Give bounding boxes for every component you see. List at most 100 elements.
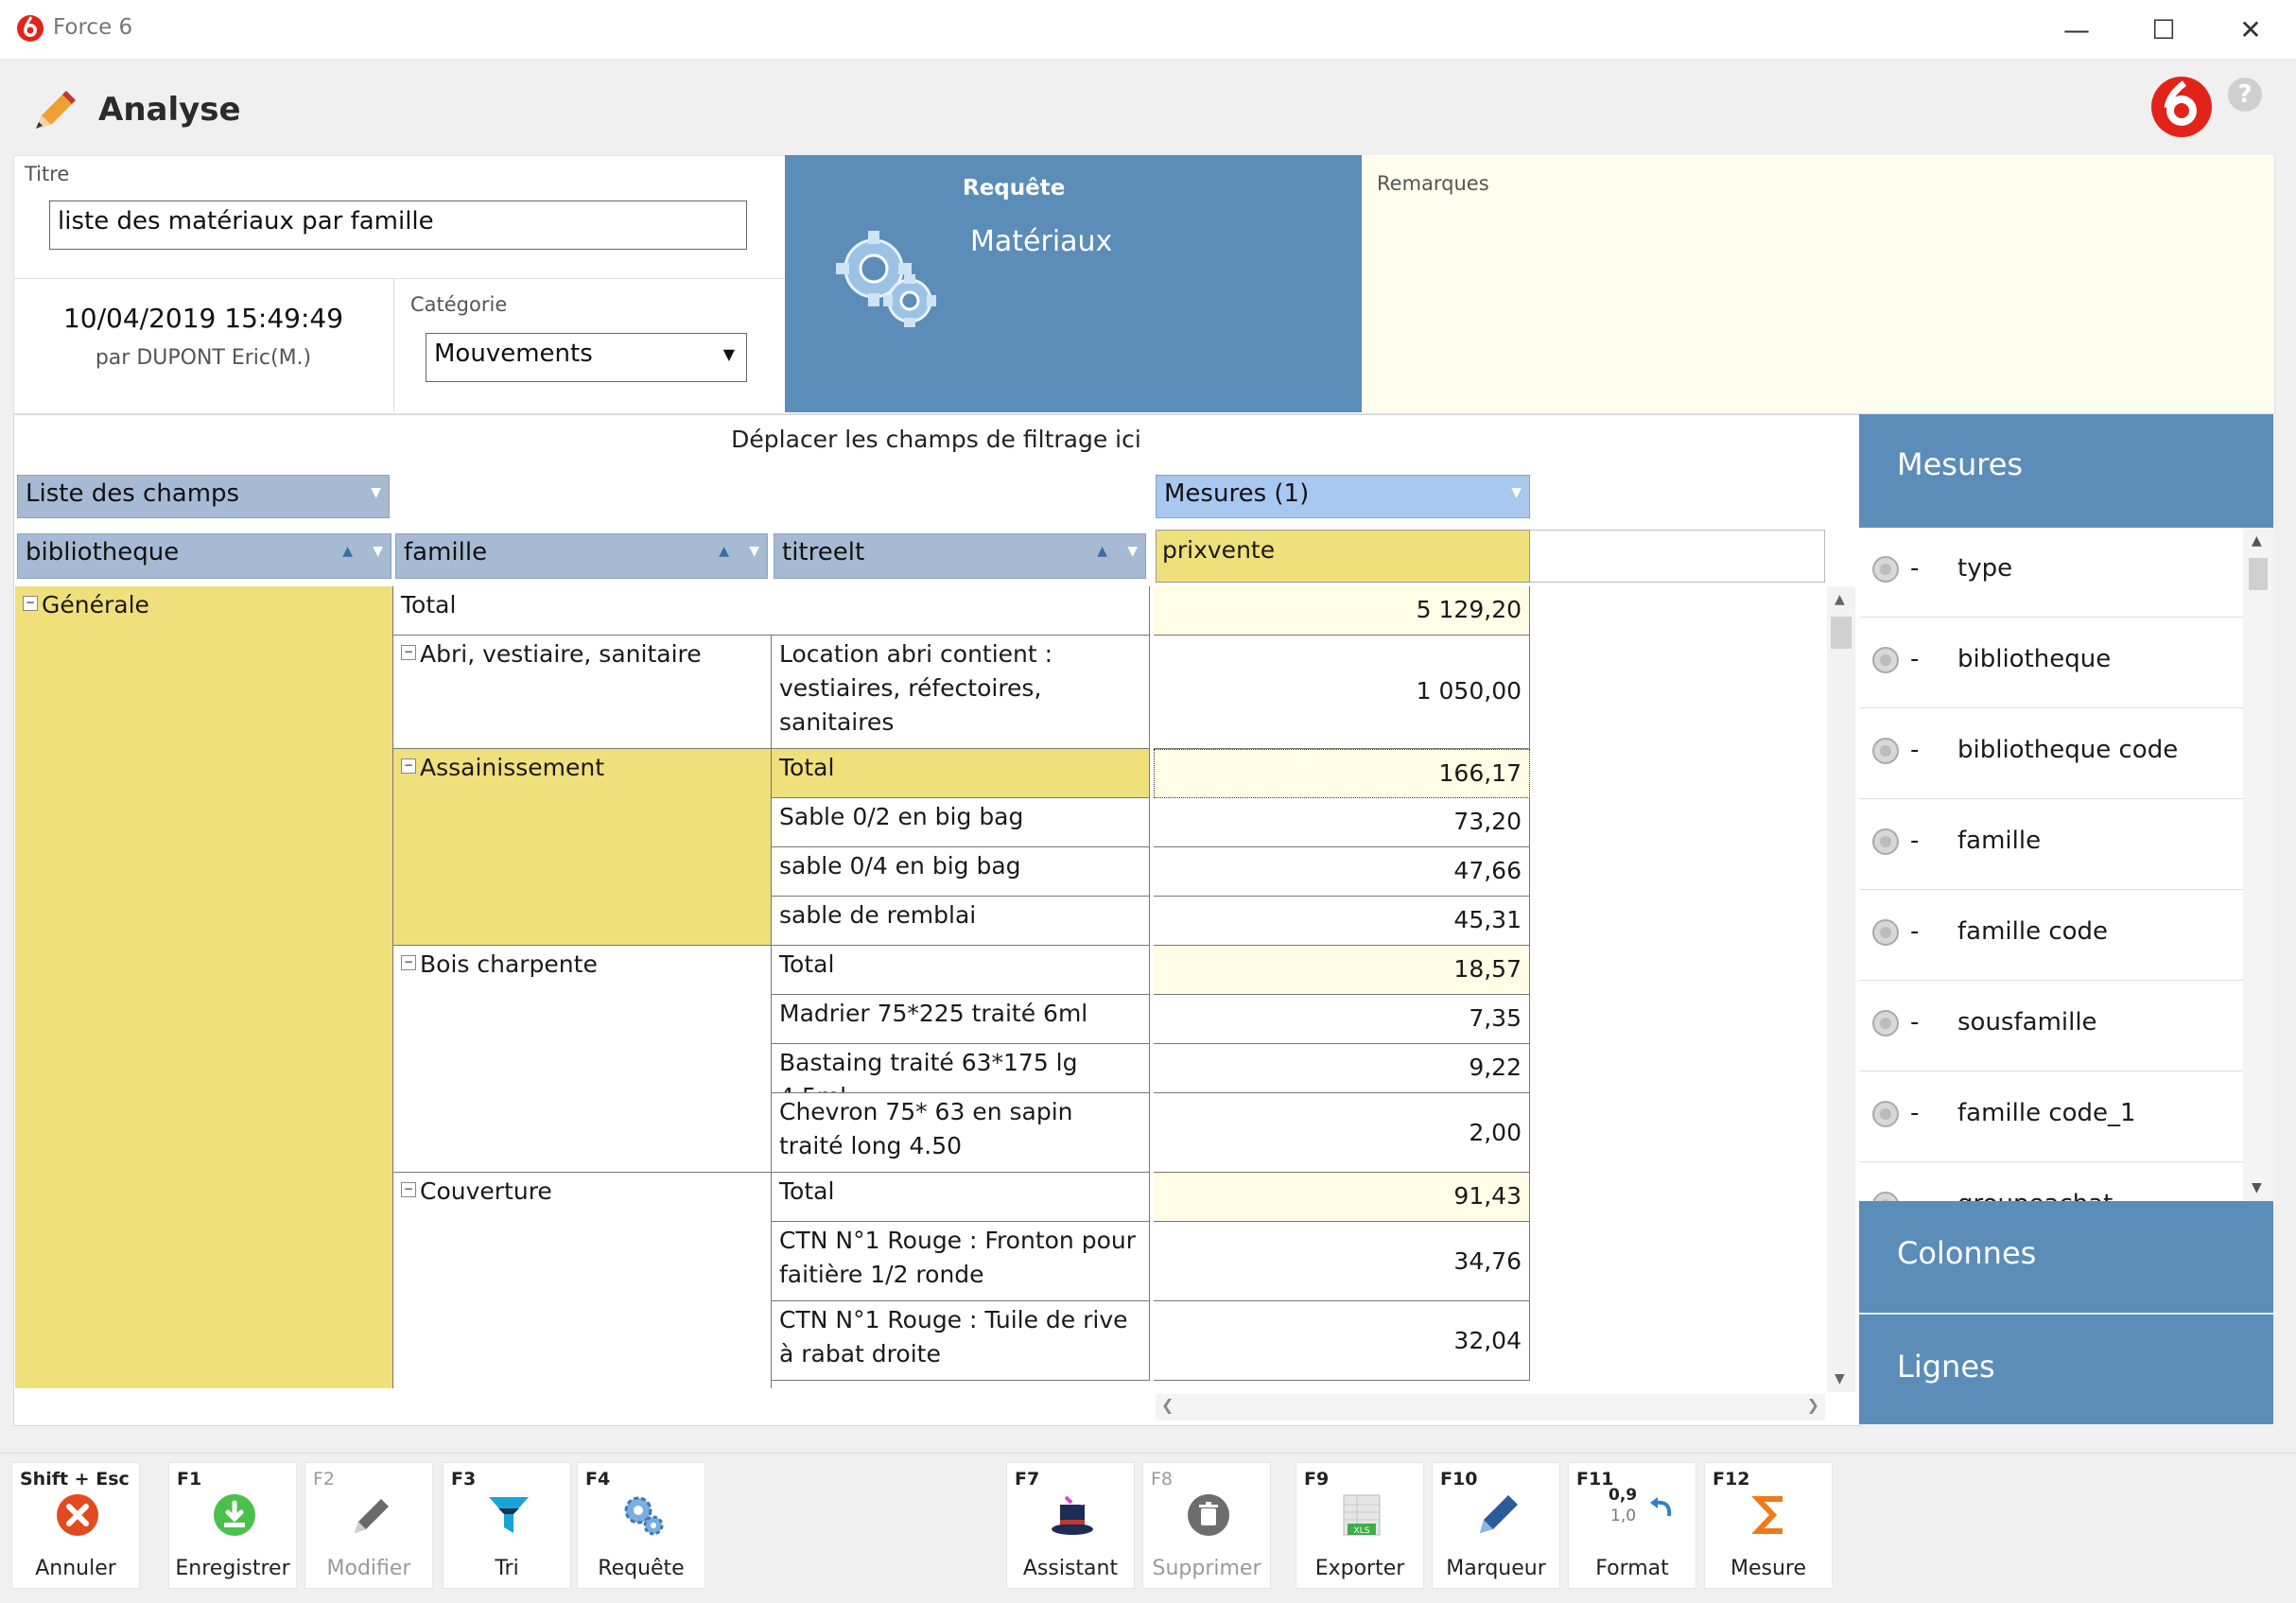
collapse-icon[interactable]: − (401, 645, 416, 660)
tri-button[interactable]: F3 Tri (443, 1462, 571, 1589)
colonnes-section[interactable]: Colonnes (1859, 1201, 2273, 1315)
field-dash: - (1910, 917, 1920, 946)
magic-hat-icon (1052, 1495, 1093, 1535)
field-label: groupeachat (1957, 1190, 2113, 1201)
collapse-icon[interactable]: − (401, 758, 416, 774)
field-item[interactable]: - groupeachat (1859, 1163, 2243, 1201)
created-datetime: 10/04/2019 15:49:49 (62, 303, 344, 334)
field-item[interactable]: - bibliotheque code (1859, 709, 2243, 799)
radio-icon[interactable] (1872, 828, 1899, 855)
field-item[interactable]: - famille code (1859, 891, 2243, 981)
scroll-left-icon[interactable]: ❮ (1161, 1396, 1174, 1414)
lignes-section[interactable]: Lignes (1859, 1315, 2273, 1424)
minimize-button[interactable]: — (2033, 0, 2120, 59)
row-header-famille[interactable]: − Abri, vestiaire, sanitaire (393, 636, 772, 749)
grand-total-value: 5 129,20 (1154, 586, 1530, 636)
row-header-bibliotheque[interactable]: − Générale (15, 586, 393, 1388)
exporter-button[interactable]: F9 XLS Exporter (1296, 1462, 1424, 1589)
subtotal-label: Total (772, 749, 1150, 798)
filter-drop-zone[interactable]: Déplacer les champs de filtrage ici (13, 426, 1859, 453)
collapse-icon[interactable]: − (23, 596, 38, 611)
subtotal-value[interactable]: 166,17 (1154, 749, 1530, 798)
titre-input[interactable]: liste des matériaux par famille (49, 200, 747, 250)
scroll-thumb[interactable] (1831, 617, 1852, 649)
requete-panel[interactable]: Requête Matériaux (785, 155, 1362, 412)
subtotal-value: 18,57 (1154, 946, 1530, 995)
close-button[interactable]: ✕ (2207, 0, 2294, 59)
radio-icon[interactable] (1872, 1101, 1899, 1127)
scroll-right-icon[interactable]: ❯ (1807, 1396, 1819, 1414)
radio-icon[interactable] (1872, 1010, 1899, 1037)
collapse-icon[interactable]: − (401, 955, 416, 970)
field-list-button[interactable]: Liste des champs ▼ (17, 475, 390, 518)
mesure-button[interactable]: F12 Mesure (1704, 1462, 1833, 1589)
scroll-thumb[interactable] (2249, 558, 2268, 590)
data-field-prixvente[interactable]: prixvente (1156, 530, 1530, 583)
button-label: Marqueur (1446, 1557, 1546, 1580)
field-list-scrollbar[interactable]: ▲ ▼ (2243, 528, 2273, 1201)
dropdown-arrow-icon: ▼ (371, 485, 381, 500)
xls-icon: XLS (1343, 1494, 1381, 1536)
row-header-famille[interactable]: − Bois charpente (393, 946, 772, 1173)
row-header-famille[interactable]: − Couverture (393, 1173, 772, 1388)
shortcut-key: F1 (177, 1469, 202, 1490)
pencil-icon (355, 1499, 389, 1533)
value-cell: 47,66 (1154, 847, 1530, 897)
titre-label: Titre (25, 163, 70, 185)
field-item[interactable]: - bibliotheque (1859, 619, 2243, 708)
shortcut-key: F4 (585, 1469, 611, 1490)
brand-logo-icon (2151, 77, 2212, 137)
field-item[interactable]: - famille (1859, 800, 2243, 890)
help-icon[interactable]: ? (2228, 78, 2262, 112)
value-cell: 34,76 (1154, 1222, 1530, 1301)
gears-icon (836, 231, 936, 327)
scroll-up-icon[interactable]: ▲ (1835, 592, 1845, 607)
radio-icon[interactable] (1872, 738, 1899, 764)
scroll-down-icon[interactable]: ▼ (2252, 1180, 2262, 1195)
button-label: Mesure (1730, 1557, 1807, 1580)
radio-icon[interactable] (1872, 556, 1899, 583)
maximize-button[interactable]: ☐ (2120, 0, 2207, 59)
famille-label: Abri, vestiaire, sanitaire (420, 640, 702, 668)
scroll-up-icon[interactable]: ▲ (2252, 533, 2262, 549)
radio-icon[interactable] (1872, 1192, 1899, 1201)
field-dash: - (1910, 1008, 1920, 1037)
shortcut-key: F9 (1304, 1469, 1330, 1490)
row-field-titreelt[interactable]: titreelt ▲ ▼ (774, 533, 1146, 579)
sort-asc-icon: ▲ (719, 544, 729, 559)
field-item[interactable]: - type (1859, 528, 2243, 618)
requete-button[interactable]: F4 Requête (577, 1462, 705, 1589)
value-cell: 7,35 (1154, 995, 1530, 1044)
categorie-select[interactable]: Mouvements ▼ (426, 333, 747, 382)
sigma-icon (1751, 1496, 1783, 1534)
modifier-button[interactable]: F2 Modifier (304, 1462, 433, 1589)
row-header-famille[interactable]: − Assainissement (393, 749, 772, 946)
button-label: Exporter (1314, 1557, 1405, 1580)
collapse-icon[interactable]: − (401, 1182, 416, 1197)
format-button[interactable]: F11 0,9 1,0 Format (1568, 1462, 1696, 1589)
radio-icon[interactable] (1872, 647, 1899, 673)
assistant-button[interactable]: F7 Assistant (1006, 1462, 1135, 1589)
field-label: famille code_1 (1957, 1099, 2136, 1127)
supprimer-button[interactable]: F8 Supprimer (1142, 1462, 1271, 1589)
pivot-horizontal-scrollbar[interactable]: ❮ ❯ (1156, 1394, 1825, 1420)
marqueur-button[interactable]: F10 Marqueur (1432, 1462, 1560, 1589)
radio-icon[interactable] (1872, 919, 1899, 946)
annuler-button[interactable]: Shift + Esc Annuler (11, 1462, 140, 1589)
row-header-titreelt: CTN N°1 Rouge : Fronton pour faitière 1/… (772, 1222, 1150, 1301)
remarques-panel[interactable]: Remarques (1362, 155, 2273, 412)
button-label: Format (1595, 1557, 1669, 1580)
row-field-bibliotheque[interactable]: bibliotheque ▲ ▼ (17, 533, 391, 579)
field-item[interactable]: - sousfamille (1859, 982, 2243, 1072)
scroll-down-icon[interactable]: ▼ (1835, 1371, 1845, 1386)
enregistrer-button[interactable]: F1 Enregistrer (168, 1462, 297, 1589)
remarques-label: Remarques (1377, 172, 1489, 195)
button-label: Annuler (35, 1557, 116, 1580)
row-field-famille[interactable]: famille ▲ ▼ (395, 533, 768, 579)
field-item[interactable]: - famille code_1 (1859, 1072, 2243, 1162)
mesures-header[interactable]: Mesures (1897, 446, 2023, 482)
row-header-titreelt: sable 0/4 en big bag (772, 847, 1150, 897)
pivot-vertical-scrollbar[interactable]: ▲ ▼ (1827, 586, 1855, 1392)
measures-field-button[interactable]: Mesures (1) ▼ (1156, 475, 1530, 518)
dropdown-arrow-icon: ▼ (749, 544, 759, 559)
